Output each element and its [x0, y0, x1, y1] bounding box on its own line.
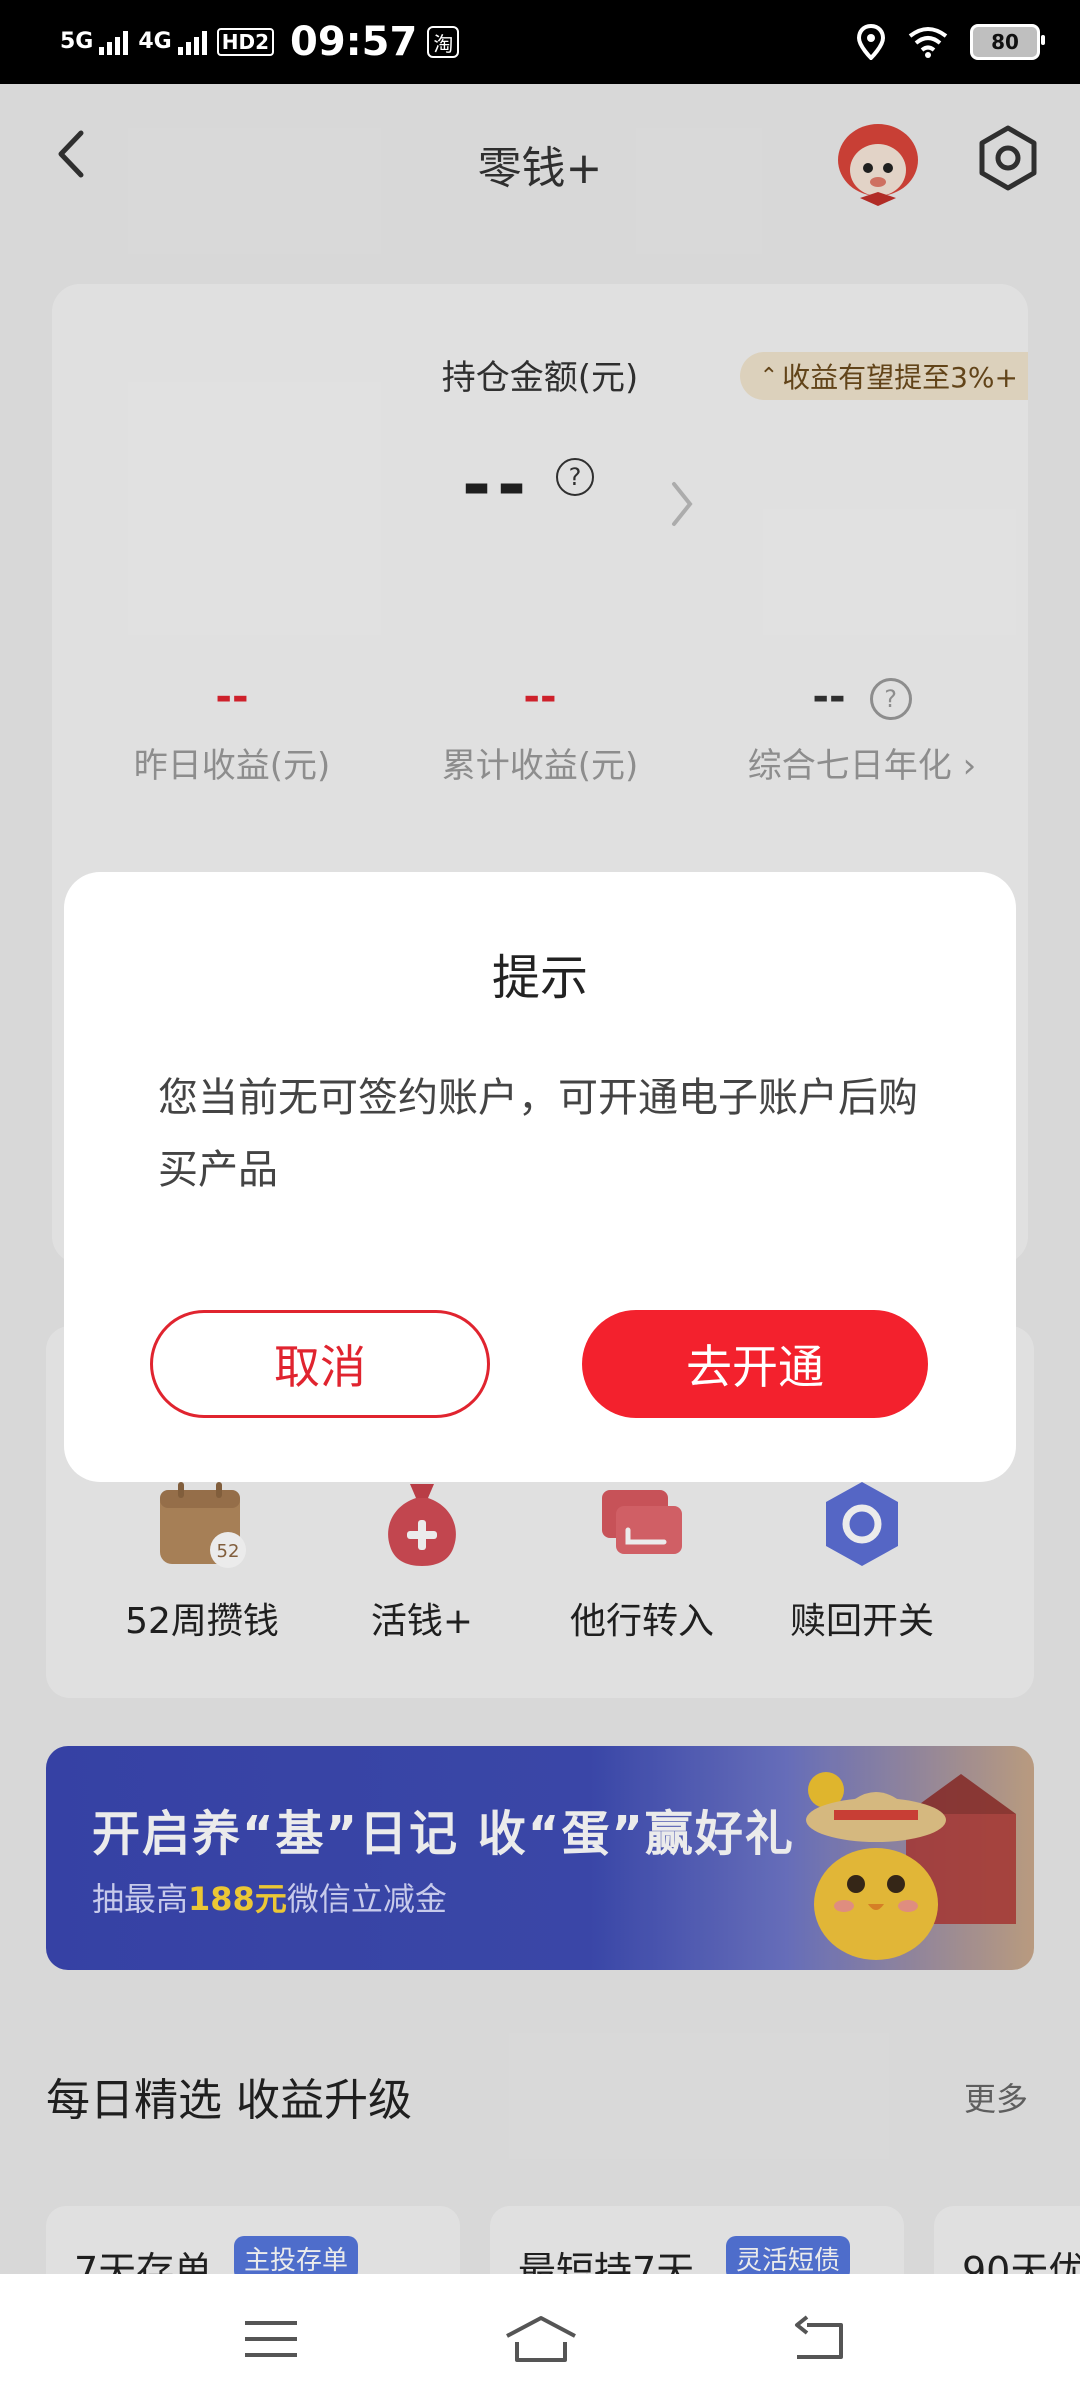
clock: 09:57: [290, 19, 418, 65]
network-4g-label: 4G: [138, 29, 172, 54]
taobao-notification-icon: 淘: [427, 26, 460, 58]
alert-dialog: 提示 您当前无可签约账户，可开通电子账户后购买产品 取消 去开通: [64, 872, 1016, 1482]
location-icon: [856, 24, 886, 60]
home-button[interactable]: [496, 2304, 586, 2374]
signal-icon-2: [177, 29, 207, 55]
menu-icon: [245, 2321, 297, 2357]
status-bar: 5G 4G HD2 09:57 淘 80: [0, 0, 1080, 84]
hd-badge: HD2: [216, 28, 275, 56]
back-arrow-icon: [795, 2315, 843, 2359]
dialog-message: 您当前无可签约账户，可开通电子账户后购买产品: [158, 1075, 918, 1193]
dialog-title: 提示: [491, 950, 588, 1006]
cancel-button[interactable]: 取消: [150, 1310, 490, 1418]
home-icon: [506, 2316, 576, 2362]
signal-icon: [99, 29, 129, 55]
wifi-icon: [908, 27, 948, 58]
recent-apps-button[interactable]: [226, 2304, 316, 2374]
battery-indicator: 80: [970, 24, 1045, 60]
network-5g-label: 5G: [60, 29, 94, 54]
system-nav-bar: [0, 2274, 1080, 2400]
open-account-button[interactable]: 去开通: [582, 1310, 928, 1418]
back-nav-button[interactable]: [776, 2304, 866, 2374]
